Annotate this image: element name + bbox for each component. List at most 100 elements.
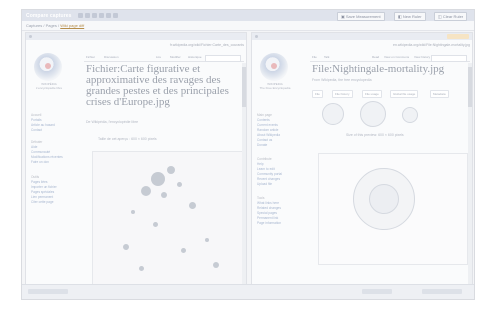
map-blob bbox=[189, 202, 196, 209]
status-seg bbox=[362, 289, 392, 294]
infobox-thumb[interactable] bbox=[360, 101, 386, 127]
sidebar-item-special[interactable]: Pages spéciales bbox=[31, 190, 54, 194]
map-blob bbox=[177, 182, 182, 187]
sidebar-item-learn[interactable]: Learn to edit bbox=[257, 167, 275, 171]
file-meta-tabs: File File history File usage Global file… bbox=[312, 90, 462, 98]
sidebar-item-about[interactable]: About Wikipedia bbox=[257, 133, 280, 137]
sidebar-item-tools[interactable]: Outils bbox=[31, 175, 39, 179]
rose-diagram-inner bbox=[369, 184, 399, 214]
diagram-image[interactable] bbox=[318, 153, 468, 265]
sidebar-item-events[interactable]: Current events bbox=[257, 123, 278, 127]
sidebar-item-start[interactable]: Débuter bbox=[31, 140, 42, 144]
app-window: Compare captures ▣ Save Measurement ◧ Ne… bbox=[21, 9, 475, 300]
window-icon[interactable] bbox=[77, 13, 83, 18]
tab-metadata[interactable]: Metadata bbox=[430, 90, 449, 98]
tab-read[interactable]: Read bbox=[372, 54, 379, 61]
grid-icon[interactable] bbox=[84, 13, 90, 18]
map-blob bbox=[153, 222, 158, 227]
infobox-thumb[interactable] bbox=[322, 103, 344, 125]
new-ruler-button[interactable]: ◧ New Ruler bbox=[394, 12, 426, 21]
tab-file-history[interactable]: File history bbox=[332, 90, 353, 98]
pencil-icon[interactable] bbox=[105, 13, 111, 18]
map-blob bbox=[139, 266, 144, 271]
preview-caption: Taille de cet aperçu : 600 × 600 pixels bbox=[98, 137, 157, 141]
app-title: Compare captures bbox=[26, 12, 72, 19]
sidebar-item-portals[interactable]: Portails bbox=[31, 118, 42, 122]
right-pane: en.wikipedia.org/wiki/File:Nightingale-m… bbox=[251, 32, 473, 294]
logo-hub bbox=[271, 63, 277, 69]
map-blob bbox=[205, 238, 209, 242]
left-pane-header bbox=[26, 33, 246, 40]
sidebar-item-contact[interactable]: Contact us bbox=[257, 138, 272, 142]
sidebar-item-donate[interactable]: Faire un don bbox=[31, 160, 49, 164]
sidebar-item-help[interactable]: Aide bbox=[31, 145, 37, 149]
tab-file-section[interactable]: File bbox=[312, 90, 323, 98]
sidebar-item-contribute[interactable]: Contribute bbox=[257, 157, 272, 161]
sidebar-item-help[interactable]: Help bbox=[257, 162, 264, 166]
map-blob bbox=[123, 244, 129, 250]
wikipedia-logo-icon[interactable] bbox=[260, 53, 288, 81]
sidebar-item-upload[interactable]: Importer un fichier bbox=[31, 185, 57, 189]
bell-icon[interactable] bbox=[98, 13, 104, 18]
status-seg bbox=[28, 289, 68, 294]
tab-file-usage[interactable]: File usage bbox=[362, 90, 382, 98]
clear-ruler-button[interactable]: ◫ Clear Ruler bbox=[434, 12, 468, 21]
sidebar-item-links[interactable]: Pages liées bbox=[31, 180, 47, 184]
sidebar-item-cite[interactable]: Citer cette page bbox=[31, 200, 54, 204]
sidebar-item-home[interactable]: Accueil bbox=[31, 113, 41, 117]
map-blob bbox=[141, 186, 151, 196]
sidebar-item-donate[interactable]: Donate bbox=[257, 143, 267, 147]
sidebar-item-related[interactable]: Related changes bbox=[257, 206, 281, 210]
sidebar-item-recent[interactable]: Modifications récentes bbox=[31, 155, 63, 159]
tab-view-commons[interactable]: View on Commons bbox=[384, 54, 409, 61]
map-blob bbox=[167, 166, 175, 174]
left-url[interactable]: fr.wikipedia.org/wiki/Fichier:Carte_des_… bbox=[86, 42, 244, 48]
page-subtitle: De Wikipédia, l'encyclopédie libre bbox=[86, 120, 139, 124]
tab-edit[interactable]: Modifier bbox=[170, 54, 181, 61]
left-scrollbar-thumb[interactable] bbox=[242, 67, 246, 107]
left-pane: fr.wikipedia.org/wiki/Fichier:Carte_des_… bbox=[25, 32, 247, 294]
sidebar-item-upload[interactable]: Upload file bbox=[257, 182, 272, 186]
lock-icon[interactable] bbox=[91, 13, 97, 18]
right-url[interactable]: en.wikipedia.org/wiki/File:Nightingale-m… bbox=[312, 42, 470, 48]
map-image[interactable] bbox=[92, 151, 244, 293]
wordmark-tagline: L'encyclopédie libre bbox=[35, 86, 63, 90]
sidebar-item-contact[interactable]: Contact bbox=[31, 128, 42, 132]
sidebar-item-tools[interactable]: Tools bbox=[257, 196, 264, 200]
sidebar-item-recent[interactable]: Recent changes bbox=[257, 177, 280, 181]
right-pane-header bbox=[252, 33, 472, 40]
search-input[interactable] bbox=[431, 55, 467, 62]
map-blob bbox=[131, 210, 135, 214]
breadcrumb-prefix[interactable]: Captures / Pages / bbox=[26, 23, 60, 28]
right-scrollbar-thumb[interactable] bbox=[468, 67, 472, 107]
infobox-thumb[interactable] bbox=[402, 107, 418, 123]
search-input[interactable] bbox=[205, 55, 241, 62]
right-tabs: File Talk Read View on Commons View hist… bbox=[310, 54, 470, 62]
sidebar-item-random[interactable]: Random article bbox=[257, 128, 278, 132]
gear-icon[interactable] bbox=[112, 13, 118, 18]
tab-global-usage[interactable]: Global file usage bbox=[390, 90, 419, 98]
tab-read[interactable]: Lire bbox=[156, 54, 161, 61]
sidebar-item-info[interactable]: Page information bbox=[257, 221, 281, 225]
right-wordmark: WIKIPEDIA The Free Encyclopedia bbox=[258, 82, 292, 90]
sidebar-item-permalink[interactable]: Lien permanent bbox=[31, 195, 53, 199]
breadcrumb-current[interactable]: Wiki page diff bbox=[60, 23, 84, 28]
status-seg bbox=[422, 289, 462, 294]
sidebar-item-random[interactable]: Article au hasard bbox=[31, 123, 55, 127]
wikipedia-logo-icon[interactable] bbox=[34, 53, 62, 81]
sidebar-item-main[interactable]: Main page bbox=[257, 113, 272, 117]
tab-history[interactable]: View history bbox=[414, 54, 430, 61]
sidebar-item-permalink[interactable]: Permanent link bbox=[257, 216, 278, 220]
tab-talk[interactable]: Discussion bbox=[104, 54, 119, 61]
sidebar-item-links[interactable]: What links here bbox=[257, 201, 279, 205]
tab-file[interactable]: Fichier bbox=[86, 54, 95, 61]
sidebar-item-contents[interactable]: Contents bbox=[257, 118, 270, 122]
tab-file[interactable]: File bbox=[312, 54, 317, 61]
pane-dot-icon bbox=[29, 35, 32, 38]
sidebar-item-community[interactable]: Communauté bbox=[31, 150, 50, 154]
sidebar-item-special[interactable]: Special pages bbox=[257, 211, 277, 215]
save-measurement-button[interactable]: ▣ Save Measurement bbox=[337, 12, 385, 21]
tab-history[interactable]: Historique bbox=[188, 54, 202, 61]
tab-talk[interactable]: Talk bbox=[324, 54, 329, 61]
sidebar-item-community[interactable]: Community portal bbox=[257, 172, 282, 176]
